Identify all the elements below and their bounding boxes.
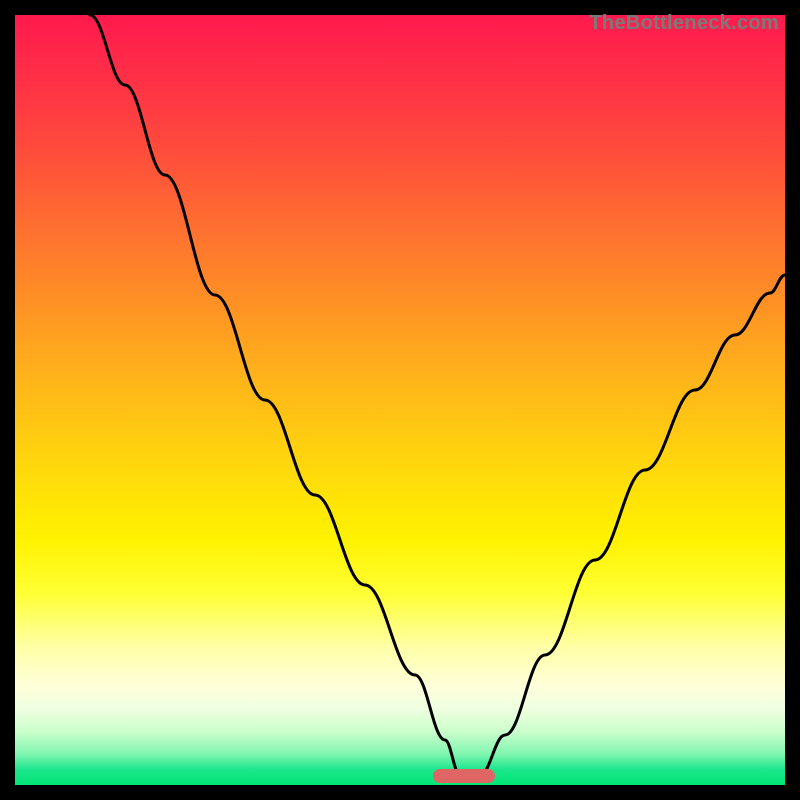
chart-frame: TheBottleneck.com — [15, 15, 785, 785]
optimal-marker — [433, 769, 495, 783]
watermark-text: TheBottleneck.com — [589, 12, 779, 35]
background-gradient — [15, 15, 785, 785]
